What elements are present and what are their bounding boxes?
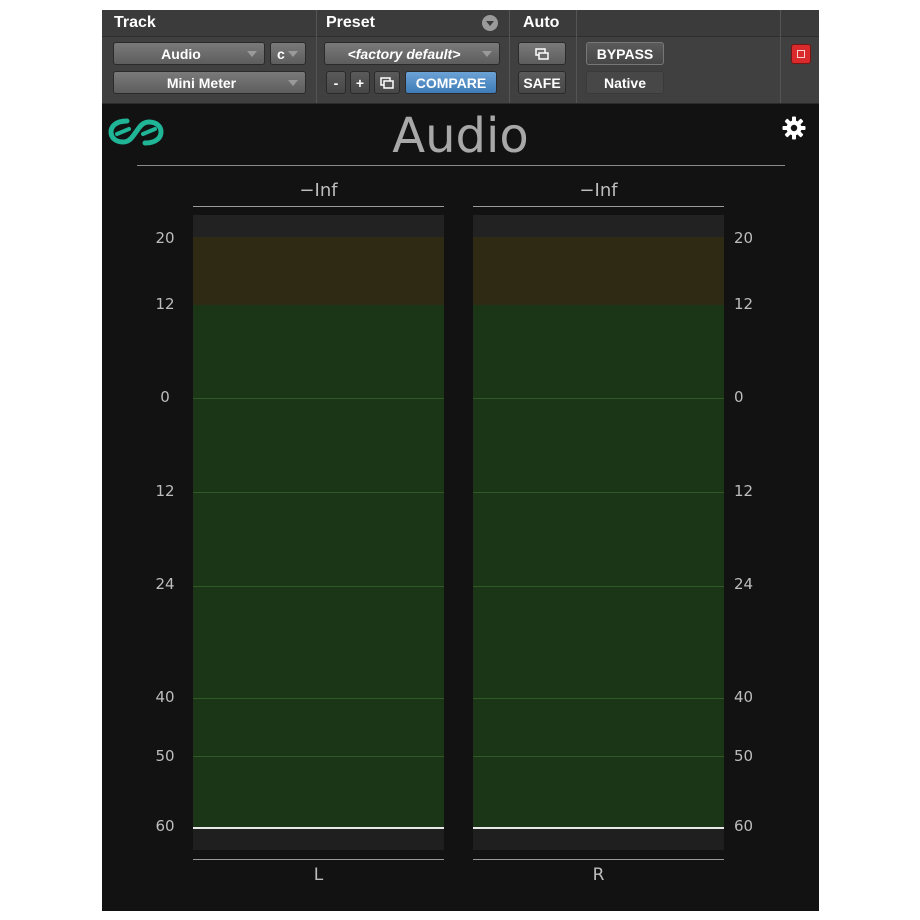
scale-label-right: 24 xyxy=(734,575,754,593)
automation-icon xyxy=(535,47,549,60)
divider xyxy=(316,10,317,103)
title-divider xyxy=(137,165,785,166)
peak-divider xyxy=(193,206,444,207)
channel-divider xyxy=(473,859,724,860)
meter-hot-zone xyxy=(473,237,724,305)
previous-preset-button[interactable]: - xyxy=(326,71,346,94)
scale-label-right: 40 xyxy=(734,688,754,706)
scale-label-right: 12 xyxy=(734,482,754,500)
target-button[interactable] xyxy=(791,44,811,64)
native-indicator: Native xyxy=(586,71,664,94)
peak-readout-right[interactable]: −Inf xyxy=(473,180,724,201)
preset-menu-icon[interactable] xyxy=(482,15,498,31)
track-selector-label: Audio xyxy=(161,45,201,62)
scale-label-left: 50 xyxy=(155,747,175,765)
preset-section-title: Preset xyxy=(326,14,375,31)
plugin-window: Track Preset Auto Audio c Mini Meter <fa… xyxy=(102,10,819,911)
copy-settings-button[interactable] xyxy=(374,71,400,94)
meter-left xyxy=(193,215,444,850)
scale-label-right: 60 xyxy=(734,817,754,835)
channel-selector[interactable]: c xyxy=(270,42,306,65)
scale-label-right: 12 xyxy=(734,295,754,313)
channel-label-right: R xyxy=(592,865,605,885)
scale-label-left: 12 xyxy=(155,482,175,500)
scale-label-left: 20 xyxy=(155,229,175,247)
channel-divider xyxy=(193,859,444,860)
bypass-label: BYPASS xyxy=(596,45,654,62)
plugin-header: Track Preset Auto Audio c Mini Meter <fa… xyxy=(102,10,819,104)
scale-label-right: 50 xyxy=(734,747,754,765)
peak-divider xyxy=(473,206,724,207)
scale-label-left: 60 xyxy=(155,817,175,835)
compare-label: COMPARE xyxy=(415,74,487,91)
meter-floor-line xyxy=(473,827,724,829)
scale-label-left: 12 xyxy=(155,295,175,313)
meter-hot-zone xyxy=(193,237,444,305)
bypass-button[interactable]: BYPASS xyxy=(586,42,664,65)
preset-selector-label: <factory default> xyxy=(347,45,461,62)
meter-normal-zone xyxy=(193,305,444,827)
scale-label-right: 20 xyxy=(734,229,754,247)
compare-button[interactable]: COMPARE xyxy=(405,71,497,94)
scale-label-left: 40 xyxy=(155,688,175,706)
auto-section-title: Auto xyxy=(523,14,560,31)
preset-selector[interactable]: <factory default> xyxy=(324,42,500,65)
automation-window-button[interactable] xyxy=(518,42,566,65)
minus-label: - xyxy=(333,74,339,91)
meter-right xyxy=(473,215,724,850)
track-selector[interactable]: Audio xyxy=(113,42,265,65)
channel-label-left: L xyxy=(313,865,324,885)
plugin-title: Audio xyxy=(392,108,529,164)
safe-label: SAFE xyxy=(523,74,561,91)
plugin-selector[interactable]: Mini Meter xyxy=(113,71,306,94)
divider xyxy=(780,10,781,103)
peak-readout-left[interactable]: −Inf xyxy=(193,180,444,201)
meter-normal-zone xyxy=(473,305,724,827)
header-title-row xyxy=(102,10,819,37)
plus-label: + xyxy=(355,74,365,91)
divider xyxy=(509,10,510,103)
plugin-selector-label: Mini Meter xyxy=(166,74,237,91)
native-label: Native xyxy=(603,74,647,91)
track-section-title: Track xyxy=(114,14,156,31)
divider xyxy=(576,10,577,103)
channel-selector-label: c xyxy=(277,45,285,62)
next-preset-button[interactable]: + xyxy=(350,71,370,94)
scale-label-left: 0 xyxy=(160,388,170,406)
scale-label-right: 0 xyxy=(734,388,744,406)
scale-label-left: 24 xyxy=(155,575,175,593)
meter-floor-line xyxy=(193,827,444,829)
copy-icon xyxy=(380,76,394,89)
gear-icon[interactable] xyxy=(782,116,806,140)
safe-button[interactable]: SAFE xyxy=(518,71,566,94)
